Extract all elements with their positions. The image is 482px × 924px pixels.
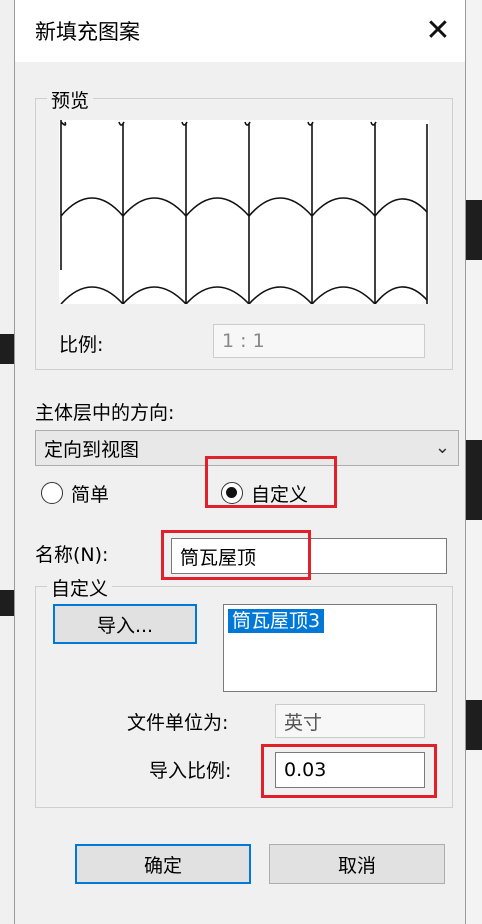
highlight-import-scale [261, 744, 437, 798]
radio-simple-label[interactable]: 简单 [71, 480, 109, 507]
background-app-block [0, 590, 14, 616]
preview-group-label: 预览 [47, 86, 94, 113]
pattern-listbox[interactable]: 筒瓦屋顶3 [223, 604, 437, 692]
file-unit-label: 文件单位为: [127, 712, 229, 734]
list-item[interactable]: 筒瓦屋顶3 [228, 609, 325, 633]
background-app-block [466, 440, 482, 520]
highlight-custom-radio [205, 456, 337, 508]
background-app-block [0, 334, 14, 364]
ok-button[interactable]: 确定 [75, 844, 251, 884]
import-scale-label: 导入比例: [149, 760, 232, 782]
name-label: 名称(N): [35, 544, 109, 566]
title-bar: 新填充图案 ✕ [15, 0, 465, 62]
highlight-name-input [161, 530, 311, 580]
close-icon[interactable]: ✕ [419, 12, 457, 50]
roof-tile-pattern-preview [60, 120, 428, 306]
background-app-block [466, 700, 482, 750]
preview-scale-field: 1 : 1 [213, 324, 425, 358]
pattern-preview [59, 120, 429, 306]
import-button[interactable]: 导入... [53, 604, 197, 644]
background-app-left [0, 0, 14, 924]
background-app-block [466, 200, 482, 260]
chevron-down-icon: ⌄ [434, 437, 450, 458]
radio-simple[interactable] [41, 482, 63, 504]
dialog-title: 新填充图案 [35, 20, 140, 44]
file-unit-field: 英寸 [275, 704, 425, 738]
new-fill-pattern-dialog: 新填充图案 ✕ 预览 比例: 1 : 1 主体层中的方向: 定向到视图 ⌄ 简单… [14, 0, 466, 924]
preview-scale-label: 比例: [59, 334, 104, 356]
cancel-button[interactable]: 取消 [269, 844, 445, 884]
orientation-selected-value: 定向到视图 [44, 438, 140, 461]
orientation-label: 主体层中的方向: [35, 402, 175, 424]
custom-group-label: 自定义 [47, 574, 113, 601]
